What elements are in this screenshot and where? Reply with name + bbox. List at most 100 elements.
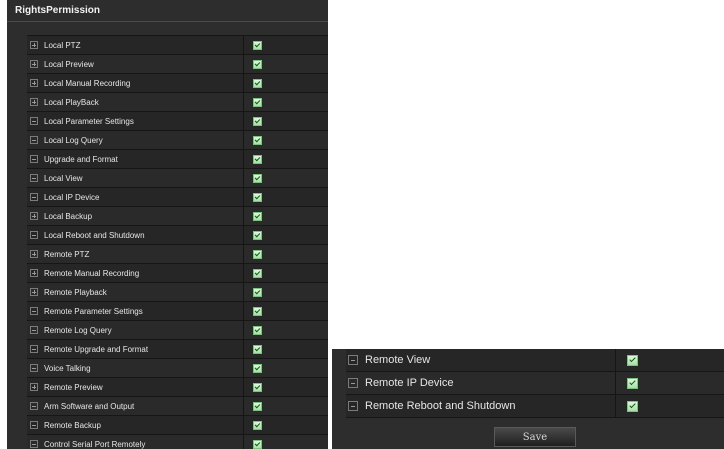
checkbox-cell <box>244 188 328 206</box>
expand-toggle-icon[interactable] <box>30 288 38 296</box>
permission-label: Upgrade and Format <box>44 154 118 164</box>
checkbox-cell <box>616 395 724 417</box>
expand-toggle-icon[interactable] <box>30 98 38 106</box>
checkbox-cell <box>616 372 724 394</box>
expand-toggle-icon[interactable] <box>30 383 38 391</box>
permission-row: Local Preview <box>27 55 328 74</box>
collapse-toggle-icon[interactable] <box>30 402 38 410</box>
checkbox-cell <box>244 416 328 434</box>
save-button[interactable]: Save <box>494 427 576 447</box>
expand-toggle-icon[interactable] <box>30 60 38 68</box>
collapse-toggle-icon[interactable] <box>30 231 38 239</box>
permission-checkbox[interactable] <box>253 173 262 183</box>
permission-checkbox[interactable] <box>253 401 262 411</box>
checkbox-cell <box>244 93 328 111</box>
permission-checkbox[interactable] <box>253 325 262 335</box>
permission-checkbox[interactable] <box>253 211 262 221</box>
collapse-toggle-icon[interactable] <box>30 307 38 315</box>
permission-checkbox[interactable] <box>253 116 262 126</box>
permission-checkbox[interactable] <box>253 306 262 316</box>
permission-checkbox[interactable] <box>253 363 262 373</box>
permission-row: Local PTZ <box>27 36 328 55</box>
expand-toggle-icon[interactable] <box>30 250 38 258</box>
permission-name-cell: Local Preview <box>27 55 244 73</box>
checkbox-cell <box>244 207 328 225</box>
collapse-toggle-icon[interactable] <box>348 378 358 388</box>
checkbox-cell <box>244 112 328 130</box>
collapse-toggle-icon[interactable] <box>30 136 38 144</box>
permission-checkbox[interactable] <box>253 287 262 297</box>
permission-label: Local PTZ <box>44 40 81 50</box>
permission-row: Voice Talking <box>27 359 328 378</box>
permission-checkbox[interactable] <box>253 268 262 278</box>
permission-checkbox[interactable] <box>253 78 262 88</box>
permission-label: Remote Upgrade and Format <box>44 344 149 354</box>
permission-label: Control Serial Port Remotely <box>44 439 146 449</box>
permission-label: Remote IP Device <box>365 377 454 389</box>
permission-checkbox[interactable] <box>253 40 262 50</box>
expand-toggle-icon[interactable] <box>30 269 38 277</box>
permission-row: Local Log Query <box>27 131 328 150</box>
permission-name-cell: Local Backup <box>27 207 244 225</box>
permission-name-cell: Local IP Device <box>27 188 244 206</box>
permission-row: Remote Upgrade and Format <box>27 340 328 359</box>
permission-row: Local View <box>27 169 328 188</box>
expand-toggle-icon[interactable] <box>30 41 38 49</box>
permission-row: Local PlayBack <box>27 93 328 112</box>
permission-checkbox[interactable] <box>253 420 262 430</box>
permission-row: Remote Preview <box>27 378 328 397</box>
collapse-toggle-icon[interactable] <box>30 174 38 182</box>
permission-row: Remote IP Device <box>346 372 724 395</box>
checkbox-cell <box>244 321 328 339</box>
permission-name-cell: Arm Software and Output <box>27 397 244 415</box>
collapse-toggle-icon[interactable] <box>30 440 38 448</box>
permission-name-cell: Remote Manual Recording <box>27 264 244 282</box>
collapse-toggle-icon[interactable] <box>30 326 38 334</box>
checkbox-cell <box>244 302 328 320</box>
permission-checkbox[interactable] <box>253 439 262 449</box>
permission-label: Local View <box>44 173 83 183</box>
collapse-toggle-icon[interactable] <box>30 345 38 353</box>
expand-toggle-icon[interactable] <box>30 79 38 87</box>
permission-name-cell: Control Serial Port Remotely <box>27 435 244 449</box>
permission-checkbox[interactable] <box>253 135 262 145</box>
permission-checkbox[interactable] <box>253 59 262 69</box>
collapse-toggle-icon[interactable] <box>30 364 38 372</box>
checkbox-cell <box>244 283 328 301</box>
permission-checkbox[interactable] <box>253 249 262 259</box>
collapse-toggle-icon[interactable] <box>30 117 38 125</box>
permission-label: Local Parameter Settings <box>44 116 134 126</box>
collapse-toggle-icon[interactable] <box>30 421 38 429</box>
permission-checkbox[interactable] <box>627 354 638 366</box>
permission-name-cell: Local Log Query <box>27 131 244 149</box>
permission-checkbox[interactable] <box>253 230 262 240</box>
permission-name-cell: Local PlayBack <box>27 93 244 111</box>
checkbox-cell <box>244 226 328 244</box>
permission-checkbox[interactable] <box>627 377 638 389</box>
permission-label: Arm Software and Output <box>44 401 135 411</box>
permission-checkbox[interactable] <box>253 154 262 164</box>
collapse-toggle-icon[interactable] <box>30 193 38 201</box>
permission-name-cell: Remote Playback <box>27 283 244 301</box>
collapse-toggle-icon[interactable] <box>348 355 358 365</box>
expand-toggle-icon[interactable] <box>30 212 38 220</box>
permission-name-cell: Local PTZ <box>27 36 244 54</box>
permission-label: Local IP Device <box>44 192 100 202</box>
checkbox-cell <box>244 150 328 168</box>
permission-checkbox[interactable] <box>627 400 638 412</box>
permission-name-cell: Remote Backup <box>27 416 244 434</box>
collapse-toggle-icon[interactable] <box>30 155 38 163</box>
permission-checkbox[interactable] <box>253 192 262 202</box>
panel-title: RightsPermission <box>15 5 101 16</box>
permission-label: Local Log Query <box>44 135 103 145</box>
permission-name-cell: Remote PTZ <box>27 245 244 263</box>
permission-checkbox[interactable] <box>253 382 262 392</box>
permission-checkbox[interactable] <box>253 344 262 354</box>
checkbox-cell <box>244 359 328 377</box>
permission-label: Local PlayBack <box>44 97 99 107</box>
permission-checkbox[interactable] <box>253 97 262 107</box>
collapse-toggle-icon[interactable] <box>348 401 358 411</box>
permission-row: Upgrade and Format <box>27 150 328 169</box>
permission-label: Remote PTZ <box>44 249 90 259</box>
permission-name-cell: Remote Parameter Settings <box>27 302 244 320</box>
